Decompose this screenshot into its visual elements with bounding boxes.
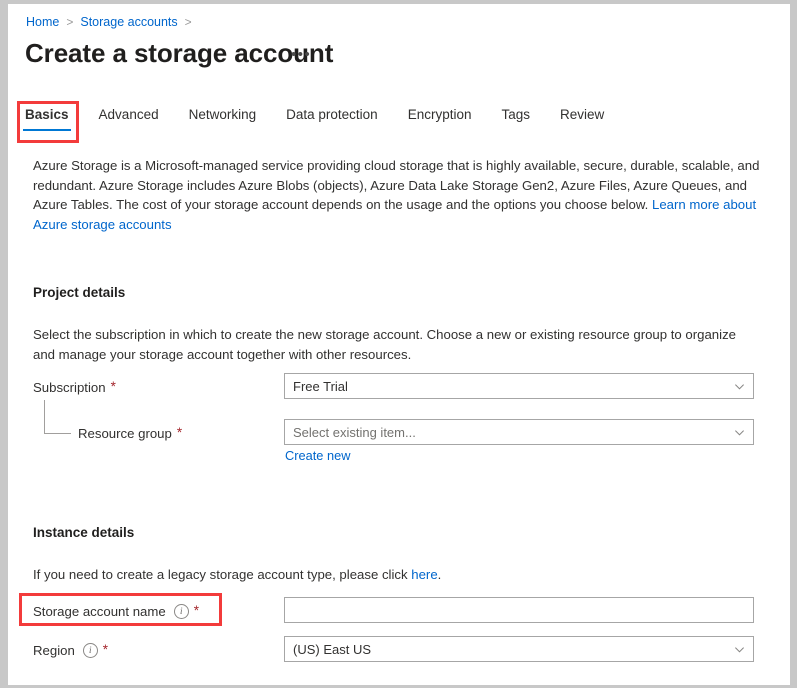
resource-group-label-text: Resource group bbox=[78, 426, 172, 441]
required-asterisk: * bbox=[194, 605, 199, 617]
intro-paragraph: Azure Storage is a Microsoft-managed ser… bbox=[33, 156, 763, 234]
breadcrumb-separator-icon: > bbox=[185, 15, 192, 29]
subscription-dropdown[interactable]: Free Trial bbox=[284, 373, 754, 399]
storage-account-name-input[interactable] bbox=[284, 597, 754, 623]
required-asterisk: * bbox=[103, 644, 108, 656]
tab-networking[interactable]: Networking bbox=[189, 104, 257, 131]
azure-portal-screen: Home > Storage accounts > Create a stora… bbox=[0, 0, 797, 688]
project-details-description: Select the subscription in which to crea… bbox=[33, 325, 758, 364]
instance-details-description-before: If you need to create a legacy storage a… bbox=[33, 567, 411, 582]
intro-text: Azure Storage is a Microsoft-managed ser… bbox=[33, 158, 759, 212]
instance-details-description-after: . bbox=[438, 567, 442, 582]
subscription-value: Free Trial bbox=[293, 379, 734, 394]
region-dropdown[interactable]: (US) East US bbox=[284, 636, 754, 662]
required-asterisk: * bbox=[111, 381, 116, 393]
storage-account-name-label: Storage account name i * bbox=[33, 601, 199, 621]
more-options-icon[interactable]: ••• bbox=[291, 48, 311, 62]
region-label: Region i * bbox=[33, 640, 108, 660]
breadcrumb-item-storage-accounts[interactable]: Storage accounts bbox=[80, 15, 177, 29]
region-value: (US) East US bbox=[293, 642, 734, 657]
tab-advanced[interactable]: Advanced bbox=[99, 104, 159, 131]
subscription-label-text: Subscription bbox=[33, 380, 106, 395]
resource-group-dropdown[interactable]: Select existing item... bbox=[284, 419, 754, 445]
page-title: Create a storage account bbox=[25, 37, 333, 69]
instance-details-heading: Instance details bbox=[33, 525, 134, 540]
chevron-down-icon bbox=[734, 427, 745, 438]
instance-details-description: If you need to create a legacy storage a… bbox=[33, 565, 758, 585]
legacy-account-here-link[interactable]: here bbox=[411, 567, 437, 582]
tab-bar: Basics Advanced Networking Data protecti… bbox=[25, 104, 604, 138]
project-details-heading: Project details bbox=[33, 285, 125, 300]
breadcrumb: Home > Storage accounts > bbox=[26, 12, 199, 32]
tab-basics[interactable]: Basics bbox=[25, 104, 69, 131]
tab-review[interactable]: Review bbox=[560, 104, 604, 131]
info-icon[interactable]: i bbox=[83, 643, 98, 658]
required-asterisk: * bbox=[177, 427, 182, 439]
region-label-text: Region bbox=[33, 643, 75, 658]
subscription-label: Subscription * bbox=[33, 377, 116, 397]
create-new-resource-group-link[interactable]: Create new bbox=[285, 448, 350, 463]
breadcrumb-separator-icon: > bbox=[66, 15, 73, 29]
breadcrumb-item-home[interactable]: Home bbox=[26, 15, 59, 29]
resource-group-label: Resource group * bbox=[78, 423, 182, 443]
tab-encryption[interactable]: Encryption bbox=[408, 104, 472, 131]
tab-tags[interactable]: Tags bbox=[501, 104, 530, 131]
chevron-down-icon bbox=[734, 644, 745, 655]
resource-group-connector-line bbox=[44, 400, 71, 434]
resource-group-placeholder: Select existing item... bbox=[293, 425, 734, 440]
storage-account-name-label-text: Storage account name bbox=[33, 604, 166, 619]
tab-data-protection[interactable]: Data protection bbox=[286, 104, 378, 131]
blade-viewport: Home > Storage accounts > Create a stora… bbox=[8, 4, 790, 685]
chevron-down-icon bbox=[734, 381, 745, 392]
info-icon[interactable]: i bbox=[174, 604, 189, 619]
